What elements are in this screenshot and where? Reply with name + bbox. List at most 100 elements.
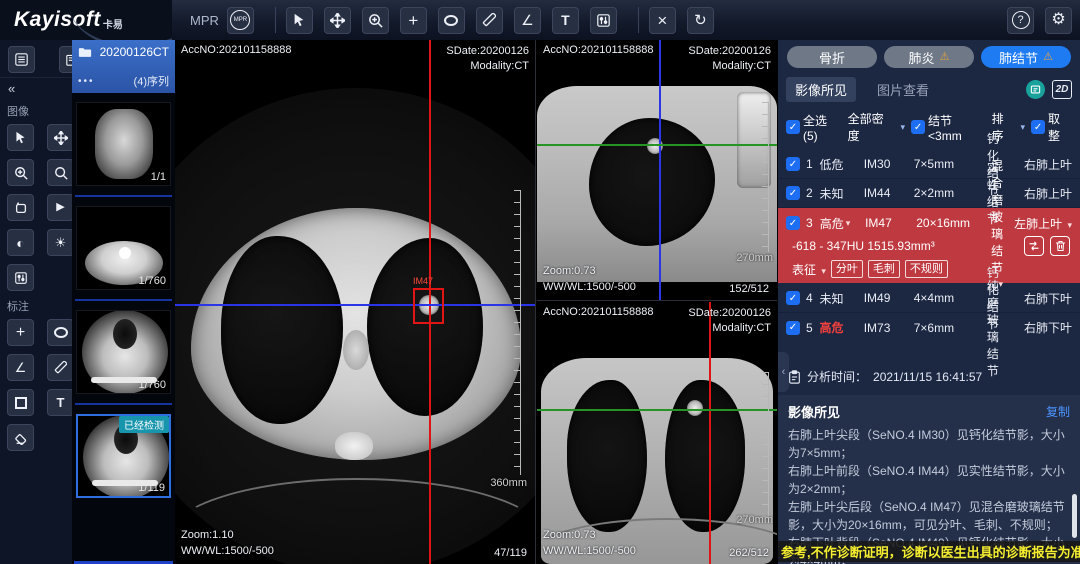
delete-annotation-button[interactable]: × <box>649 7 676 34</box>
pan-icon <box>54 131 68 145</box>
feature-tag[interactable]: 不规则 <box>905 260 948 278</box>
pointer-tool-button[interactable] <box>286 7 313 34</box>
zoom-factor: Zoom:1.10 <box>181 528 274 543</box>
series-thumbnail-scout[interactable]: 1/1 <box>76 102 171 186</box>
zoom-in-tool-button[interactable] <box>7 159 34 186</box>
eraser-annot-button[interactable] <box>7 424 34 451</box>
delete-nodule-button[interactable] <box>1050 236 1070 256</box>
small-nodule-checkbox[interactable]: ✓ <box>911 120 925 134</box>
row-checkbox[interactable]: ✓ <box>786 186 800 200</box>
row-checkbox[interactable]: ✓ <box>786 291 800 305</box>
tab-pneumonia[interactable]: 肺炎 ⚠ <box>884 46 974 68</box>
tab-fracture[interactable]: 骨折 <box>787 46 877 68</box>
image-number: IM49 <box>864 291 914 305</box>
pan-tool-button[interactable] <box>324 7 351 34</box>
clipboard-icon <box>788 370 801 384</box>
series-list-tab[interactable] <box>8 46 35 73</box>
panel-collapse-handle[interactable]: ‹ <box>778 352 789 392</box>
rectangle-annot-button[interactable] <box>7 389 34 416</box>
ruler-annot-button[interactable] <box>47 354 74 381</box>
series-header[interactable]: 20200126CT ••• (4)序列 <box>72 40 175 93</box>
cine-play-tool-button[interactable]: ▶ <box>47 194 74 221</box>
copy-findings-button[interactable]: 复制 <box>1046 403 1070 420</box>
help-button[interactable]: ? <box>1007 7 1034 34</box>
pointer-tool-button[interactable] <box>7 124 34 151</box>
crosshair-horizontal-green[interactable] <box>537 144 777 146</box>
eraser-icon <box>14 431 28 445</box>
row-checkbox[interactable]: ✓ <box>786 216 800 230</box>
rotate-image-tool-button[interactable] <box>7 194 34 221</box>
app-window: Kayisoft 卡易 MPR MPR + ∠ T × ↻ <box>0 0 1080 564</box>
axial-viewport[interactable]: IM47 360mm AccNO:202101158888 SDate:2020… <box>175 40 536 564</box>
2d-mode-button[interactable]: 2D <box>1052 80 1072 99</box>
tab-lung-nodule[interactable]: 肺结节 ⚠ <box>981 46 1071 68</box>
crosshair-vertical-blue[interactable] <box>659 40 661 300</box>
feature-dropdown[interactable]: 表征 ▾ <box>792 261 826 278</box>
coronal-viewport[interactable]: 270mm AccNO:202101158888 SDate:20200126 … <box>537 302 777 564</box>
window-level-tool-button[interactable] <box>7 264 34 291</box>
text-tool-button[interactable]: T <box>552 7 579 34</box>
window-level-tool-button[interactable] <box>590 7 617 34</box>
density-filter[interactable]: 全部密度 <box>848 110 896 144</box>
warning-icon: ⚠ <box>940 52 950 63</box>
row-checkbox[interactable]: ✓ <box>786 321 800 335</box>
slice-index: 47/119 <box>494 547 527 559</box>
pan-tool-button[interactable] <box>47 124 74 151</box>
magnifier-tool-button[interactable] <box>47 159 74 186</box>
small-nodule-label[interactable]: 结节<3mm <box>928 112 986 143</box>
zoom-in-tool-button[interactable] <box>362 7 389 34</box>
brightness-tool-button[interactable]: ☀ <box>47 229 74 256</box>
select-all-label[interactable]: 全选(5) <box>803 112 842 143</box>
round-checkbox[interactable]: ✓ <box>1031 120 1045 134</box>
round-label[interactable]: 取整 <box>1048 110 1072 144</box>
ellipse-annot-button[interactable] <box>47 319 74 346</box>
tab-image-view[interactable]: 图片查看 <box>868 77 938 102</box>
crosshair-horizontal-green[interactable] <box>537 409 777 411</box>
warning-icon: ⚠ <box>1043 52 1053 63</box>
feature-tag[interactable]: 毛刺 <box>868 260 900 278</box>
crosshair-annot-button[interactable]: + <box>7 319 34 346</box>
report-card-button[interactable] <box>1026 80 1045 99</box>
trash-icon <box>1055 240 1066 252</box>
nodule-location-dropdown[interactable]: 左肺上叶 ▾ <box>1003 215 1072 232</box>
view-tabs: 影像所见 图片查看 2D <box>778 75 1080 108</box>
angle-tool-button[interactable]: ∠ <box>514 7 541 34</box>
more-dots-icon[interactable]: ••• <box>78 76 95 87</box>
select-all-checkbox[interactable]: ✓ <box>786 120 800 134</box>
angle-annot-button[interactable]: ∠ <box>7 354 34 381</box>
report-scrollbar[interactable] <box>1072 494 1077 538</box>
crosshair-tool-button[interactable]: + <box>400 7 427 34</box>
tab-image-findings[interactable]: 影像所见 <box>786 77 856 102</box>
ruler-tool-button[interactable] <box>476 7 503 34</box>
sliders-icon <box>15 272 27 284</box>
toolbar-divider <box>638 7 639 33</box>
text-annot-button[interactable]: T <box>47 389 74 416</box>
nodule-roi-box[interactable] <box>413 288 444 324</box>
crosshair-horizontal-blue[interactable] <box>175 304 535 306</box>
series-thumbnail-ct3-selected[interactable]: 已经检测 1/119 <box>76 414 171 498</box>
invert-tool-button[interactable]: ◐ <box>7 229 34 256</box>
nodule-row-2[interactable]: ✓ 2 未知 IM44 2×2mm 实性结节 右肺上叶 <box>778 179 1080 208</box>
series-thumbnail-ct2[interactable]: 1/760 <box>76 310 171 394</box>
crosshair-vertical-red[interactable] <box>709 302 711 564</box>
ellipse-tool-button[interactable] <box>438 7 465 34</box>
mpr-button[interactable]: MPR <box>227 7 254 34</box>
nodule-row-5[interactable]: ✓ 5 高危 IM73 7×6mm 纯磨玻璃结节 右肺下叶 <box>778 313 1080 342</box>
nodule-row-4[interactable]: ✓ 4 未知 IM49 4×4mm 钙化结节 右肺下叶 <box>778 284 1080 313</box>
settings-button[interactable]: ⚙ <box>1045 7 1072 34</box>
series-thumbnail-ct1[interactable]: 1/760 <box>76 206 171 290</box>
risk-level-dropdown[interactable]: 高危 ▾ <box>820 215 865 232</box>
zoom-factor: Zoom:0.73 <box>543 528 636 543</box>
collapse-sidebar-button[interactable]: « <box>0 78 72 96</box>
nodule-row-3-selected[interactable]: ✓ 3 高危 ▾ IM47 20×16mm 混合磨玻璃结节 ▾ 左肺上叶 ▾ -… <box>778 208 1080 283</box>
reset-button[interactable]: ↻ <box>687 7 714 34</box>
ruler-icon <box>54 361 67 374</box>
toolbar-divider <box>275 7 276 33</box>
nodule-location: 右肺下叶 <box>999 290 1072 307</box>
sagittal-viewport[interactable]: 270mm AccNO:202101158888 SDate:20200126 … <box>537 40 777 301</box>
followup-button[interactable] <box>1024 236 1044 256</box>
feature-tag[interactable]: 分叶 <box>831 260 863 278</box>
row-checkbox[interactable]: ✓ <box>786 157 800 171</box>
nodule-row-1[interactable]: ✓ 1 低危 IM30 7×5mm 钙化结节 右肺上叶 <box>778 150 1080 179</box>
zoom-in-icon <box>14 166 28 180</box>
